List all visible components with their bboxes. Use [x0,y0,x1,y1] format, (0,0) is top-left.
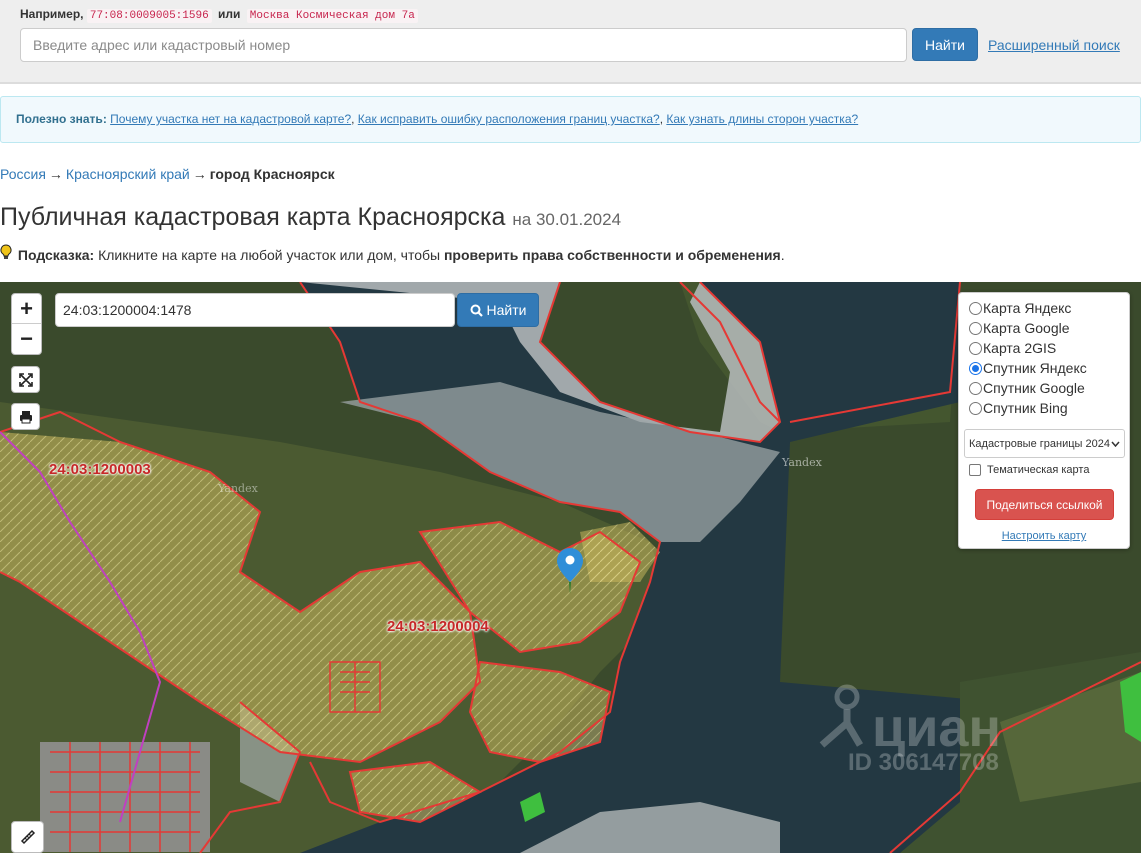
chevron-down-icon [1111,441,1120,447]
search-button[interactable]: Найти [912,28,978,61]
breadcrumb-separator: → [192,166,207,182]
location-pin-icon[interactable] [557,548,583,599]
parcel-label-1200004[interactable]: 24:03:1200004 [387,618,489,635]
fullscreen-button[interactable] [11,366,40,393]
search-icon [470,304,483,317]
parcel-label-1200003[interactable]: 24:03:1200003 [49,461,151,478]
info-link-fix-boundary[interactable]: Как исправить ошибку расположения границ… [358,112,660,126]
breadcrumb-russia[interactable]: Россия [0,166,46,182]
layer-google-map[interactable]: Карта Google [969,320,1070,336]
radio-google-satellite[interactable] [969,381,982,395]
measure-button[interactable] [11,821,44,853]
layer-bing-satellite[interactable]: Спутник Bing [969,400,1068,416]
radio-bing-satellite[interactable] [969,401,982,415]
tip-text: Кликните на карте на любой участок или д… [98,247,441,263]
advanced-search-link[interactable]: Расширенный поиск [988,37,1120,53]
map-search-input[interactable] [55,293,455,327]
thematic-map-toggle[interactable]: Тематическая карта [969,464,1089,476]
radio-2gis-map[interactable] [969,341,982,355]
info-link-missing-parcel[interactable]: Почему участка нет на кадастровой карте? [110,112,351,126]
useful-info-box: Полезно знать: Почему участка нет на кад… [0,96,1141,143]
page-title-text: Публичная кадастровая карта Красноярска [0,203,506,231]
address-search-input[interactable] [20,28,907,62]
zoom-out-button[interactable]: − [12,324,41,354]
yandex-tag: Yandex [218,482,258,495]
map-search-button[interactable]: Найти [457,293,539,327]
zoom-controls: + − [11,293,42,355]
page-title: Публичная кадастровая карта Красноярска … [0,203,621,232]
watermark-id: ID 306147708 [848,749,999,776]
example-cadastral-number: 77:08:0009005:1596 [86,9,212,23]
example-or: или [218,7,241,21]
tip-bold-text: проверить права собственности и обремене… [443,247,781,263]
breadcrumb-current: город Красноярск [209,166,335,182]
search-header: Например, 77:08:0009005:1596 или Москва … [0,0,1141,84]
layer-google-satellite[interactable]: Спутник Google [969,380,1085,396]
map-search-label: Найти [486,302,527,318]
yandex-tag: Yandex [782,456,822,469]
breadcrumb: Россия → Красноярский край → город Красноярс… [0,166,335,182]
example-address: Москва Космическая дом 7а [246,9,418,23]
radio-yandex-map[interactable] [969,301,982,315]
fullscreen-icon [18,372,33,387]
info-label: Полезно знать: [16,112,107,126]
map-settings-link[interactable]: Настроить карту [959,530,1129,542]
thematic-checkbox[interactable] [969,464,981,476]
radio-yandex-satellite[interactable] [969,361,982,375]
overlay-select[interactable]: Кадастровые границы 2024 [964,429,1125,458]
overlay-select-value: Кадастровые границы 2024 [969,437,1110,450]
print-icon [19,410,32,423]
layer-panel: Карта Яндекс Карта Google Карта 2GIS Спу… [958,292,1130,549]
breadcrumb-separator: → [48,166,63,182]
watermark-pin-icon [819,684,864,748]
zoom-in-button[interactable]: + [12,294,41,324]
share-link-button[interactable]: Поделиться ссылкой [975,489,1114,520]
example-prefix: Например, [20,7,84,21]
search-example: Например, 77:08:0009005:1596 или Москва … [20,7,418,23]
tip-label: Подсказка: [17,247,95,263]
map-tip: Подсказка: Кликните на карте на любой уч… [0,244,785,263]
ruler-icon [20,829,35,845]
print-button[interactable] [11,403,40,430]
layer-yandex-map[interactable]: Карта Яндекс [969,300,1071,316]
layer-2gis-map[interactable]: Карта 2GIS [969,340,1056,356]
page-date: на 30.01.2024 [512,210,622,229]
lightbulb-icon [0,244,14,263]
layer-yandex-satellite[interactable]: Спутник Яндекс [969,360,1087,376]
info-link-side-lengths[interactable]: Как узнать длины сторон участка? [666,112,858,126]
breadcrumb-krasnoyarsk-krai[interactable]: Красноярский край [66,166,190,182]
radio-google-map[interactable] [969,321,982,335]
